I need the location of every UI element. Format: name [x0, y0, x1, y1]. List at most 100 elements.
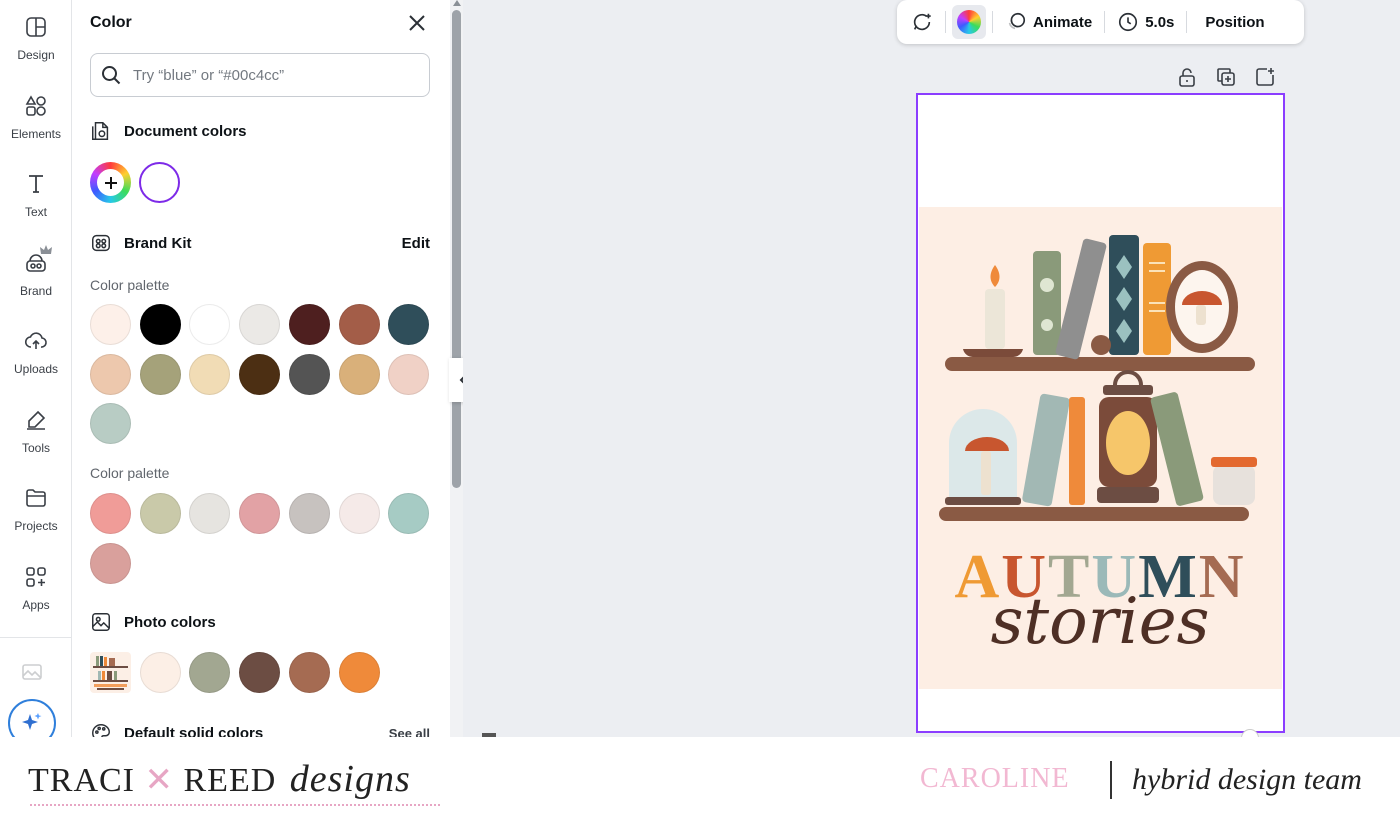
palette-label: Color palette: [90, 465, 170, 481]
brand-color-swatch[interactable]: [338, 493, 380, 534]
crown-icon: [40, 245, 52, 254]
duration-button[interactable]: 5.0s: [1111, 5, 1180, 39]
color-search[interactable]: [90, 53, 430, 97]
rail-item-text[interactable]: Text: [0, 157, 72, 227]
traci-reed-logo: TRACI ✕ REED designs: [28, 757, 440, 806]
section-title: Document colors: [124, 122, 247, 140]
brand-footer: TRACI ✕ REED designs CAROLINE hybrid des…: [0, 737, 1400, 825]
close-icon: [409, 15, 425, 31]
brand-color-swatch[interactable]: [388, 304, 430, 345]
brand-color-swatch[interactable]: [90, 493, 131, 534]
brand-color-swatch[interactable]: [139, 493, 181, 534]
lock-page-button[interactable]: [1175, 65, 1199, 89]
add-page-icon: [1256, 68, 1274, 86]
rail-label: Apps: [22, 598, 50, 612]
autumn-stories-artwork[interactable]: AUTUMN stories: [919, 207, 1282, 689]
rail-label: Design: [17, 48, 55, 62]
animate-button[interactable]: Animate: [999, 5, 1098, 39]
footer-divider: [1110, 761, 1112, 799]
rail-label: Brand: [19, 284, 53, 298]
magic-media-icon[interactable]: [20, 660, 44, 684]
duplicate-page-button[interactable]: [1214, 65, 1238, 89]
photo-colors-header: Photo colors: [90, 611, 430, 633]
rail-item-design[interactable]: Design: [0, 0, 72, 70]
toolbar-divider: [1186, 11, 1188, 33]
position-button[interactable]: Position: [1193, 5, 1270, 39]
logo-script: designs: [289, 758, 411, 800]
rail-divider: [0, 637, 72, 638]
design-page[interactable]: AUTUMN stories: [916, 93, 1285, 733]
brand-color-swatch[interactable]: [338, 353, 380, 395]
search-icon: [102, 66, 121, 85]
animate-label: Animate: [1033, 13, 1093, 31]
search-input[interactable]: [133, 66, 403, 84]
animate-icon: [1008, 12, 1026, 30]
unlock-icon: [1179, 68, 1195, 87]
duration-label: 5.0s: [1145, 13, 1175, 31]
scroll-up-icon[interactable]: [453, 0, 461, 6]
photo-color-swatch[interactable]: [239, 652, 281, 693]
text-icon: [29, 175, 43, 193]
position-label: Position: [1205, 13, 1265, 31]
rail-label: Text: [24, 205, 47, 219]
projects-icon: [26, 489, 46, 507]
rail-item-tools[interactable]: Tools: [0, 393, 72, 463]
brand-color-swatch[interactable]: [90, 353, 131, 395]
clock-icon: [1119, 12, 1138, 32]
comment-add-icon: [913, 13, 931, 31]
rail-label: Tools: [21, 441, 50, 455]
design-icon: [26, 17, 46, 37]
photo-color-swatch[interactable]: [139, 652, 181, 693]
ribbon-icon: ✕: [144, 762, 174, 799]
section-title: Brand Kit: [124, 234, 192, 252]
rail-item-brand[interactable]: Brand: [0, 236, 72, 306]
uploads-icon: [24, 332, 47, 349]
photo-color-swatch[interactable]: [189, 652, 231, 693]
brand-color-swatch[interactable]: [239, 493, 281, 534]
brand-color-swatch[interactable]: [388, 493, 430, 534]
brand-color-swatch[interactable]: [338, 304, 380, 345]
scrollbar-thumb[interactable]: [452, 10, 461, 488]
brand-color-swatch[interactable]: [239, 353, 281, 395]
brand-kit-icon: [92, 234, 110, 252]
document-color-swatch[interactable]: [139, 162, 180, 203]
add-color-button[interactable]: [90, 162, 131, 203]
context-toolbar: Animate 5.0s Position: [897, 0, 1304, 44]
designer-name: CAROLINE: [920, 763, 1070, 794]
brand-color-swatch[interactable]: [288, 304, 330, 345]
document-colors-header: Document colors: [90, 120, 430, 142]
rail-label: Projects: [14, 519, 58, 533]
brand-color-swatch[interactable]: [189, 304, 231, 345]
photo-color-swatch[interactable]: [288, 652, 330, 693]
brand-color-swatch[interactable]: [90, 403, 131, 444]
brand-color-swatch[interactable]: [288, 353, 330, 395]
rail-item-projects[interactable]: Projects: [0, 471, 72, 541]
brand-color-swatch[interactable]: [239, 304, 281, 345]
rail-item-elements[interactable]: Elements: [0, 79, 72, 149]
duplicate-icon: [1217, 68, 1235, 86]
brand-color-swatch[interactable]: [388, 353, 430, 395]
comment-button[interactable]: [905, 5, 939, 39]
apps-icon: [26, 567, 46, 587]
close-button[interactable]: [404, 10, 430, 36]
section-title: Photo colors: [124, 613, 216, 631]
photo-color-swatch[interactable]: [338, 652, 380, 693]
brand-color-swatch[interactable]: [90, 542, 131, 584]
left-rail: Design Elements Text Brand Uploads Tools…: [0, 0, 72, 747]
photo-thumbnail[interactable]: [90, 652, 131, 693]
brand-kit-edit-button[interactable]: Edit: [402, 235, 430, 252]
brand-color-swatch[interactable]: [139, 304, 181, 345]
rail-item-apps[interactable]: Apps: [0, 550, 72, 620]
color-picker-button[interactable]: [952, 5, 986, 39]
brand-color-swatch[interactable]: [90, 304, 131, 345]
brand-color-swatch[interactable]: [189, 493, 231, 534]
add-page-button[interactable]: [1253, 65, 1277, 89]
rail-item-uploads[interactable]: Uploads: [0, 314, 72, 384]
brand-color-swatch[interactable]: [189, 353, 231, 395]
brand-color-swatch[interactable]: [288, 493, 330, 534]
artwork-script: stories: [991, 585, 1210, 659]
toolbar-divider: [945, 11, 946, 33]
rail-label: Elements: [10, 127, 62, 141]
brand-color-swatch[interactable]: [139, 353, 181, 395]
canvas-workspace: Animate 5.0s Position AUTUMN stories: [463, 0, 1400, 740]
